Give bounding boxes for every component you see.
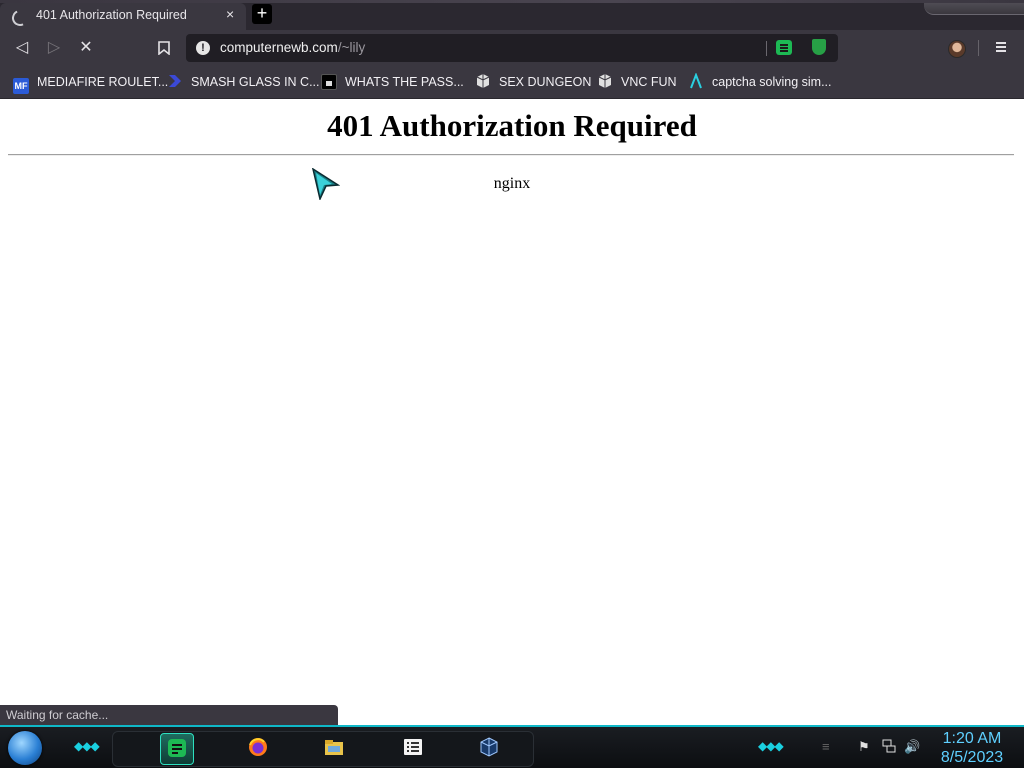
volume-icon[interactable]: 🔊 xyxy=(904,739,920,755)
file-explorer-icon[interactable] xyxy=(318,733,350,763)
stop-button[interactable]: ✕ xyxy=(76,38,96,58)
spotify-icon[interactable] xyxy=(160,733,194,765)
bookmark-label: SEX DUNGEON xyxy=(499,75,592,89)
bookmark-label: VNC FUN xyxy=(621,75,677,89)
virtualbox-icon[interactable] xyxy=(473,733,505,763)
bookmark-item[interactable]: MF MEDIAFIRE ROULET... xyxy=(13,73,169,94)
clock-date: 8/5/2023 xyxy=(940,749,1004,766)
bookmark-label: WHATS THE PASS... xyxy=(345,75,464,89)
bookmark-item[interactable]: VNC FUN xyxy=(597,73,677,91)
mouse-cursor-icon xyxy=(312,168,340,200)
notes-extension-icon[interactable] xyxy=(776,40,792,55)
page-content: 401 Authorization Required nginx xyxy=(0,99,1024,725)
menu-icon[interactable] xyxy=(996,42,1006,44)
status-bar: Waiting for cache... xyxy=(0,705,338,725)
clock-time: 1:20 AM xyxy=(942,730,1002,747)
smash-glass-icon xyxy=(167,73,183,89)
server-signature: nginx xyxy=(493,175,531,192)
toolbar-divider xyxy=(978,40,979,56)
new-tab-button[interactable]: + xyxy=(252,4,272,24)
horizontal-rule xyxy=(8,154,1014,156)
password-icon xyxy=(321,74,337,90)
task-list-icon[interactable] xyxy=(397,733,429,763)
tray-grip-icon: ≡ xyxy=(822,739,830,754)
tab-strip: 401 Authorization Required × + xyxy=(0,0,1024,30)
loading-spinner-icon xyxy=(9,7,31,29)
url-host: computernewb.com xyxy=(220,40,338,55)
bookmark-label: captcha solving sim... xyxy=(712,75,832,89)
action-center-flag-icon[interactable]: ⚑ xyxy=(858,739,870,755)
tab-close-button[interactable]: × xyxy=(226,6,234,22)
shield-extension-icon[interactable] xyxy=(812,39,826,55)
mediafire-icon: MF xyxy=(13,78,29,94)
back-button[interactable]: ◁ xyxy=(12,38,32,58)
bookmark-label: SMASH GLASS IN C... xyxy=(191,75,320,89)
lambda-icon xyxy=(688,72,704,89)
bookmark-label: MEDIAFIRE ROULET... xyxy=(37,75,169,89)
navigation-bar: ◁ ▷ ✕ ! computernewb.com/~lily xyxy=(0,30,1024,66)
taskbar: ◆◆◆ ◆◆◆ ≡ ⚑ 🔊 1:20 AM 8/5/2023 xyxy=(0,725,1024,768)
bookmark-item[interactable]: SEX DUNGEON xyxy=(475,73,591,91)
cube-icon xyxy=(597,73,613,89)
bookmark-icon[interactable] xyxy=(154,38,174,58)
taskbar-chevron-decoration: ◆◆◆ xyxy=(74,739,100,753)
network-icon[interactable] xyxy=(882,739,896,756)
firefox-icon[interactable] xyxy=(242,733,274,763)
cube-icon xyxy=(475,73,491,89)
bookmarks-bar: MF MEDIAFIRE ROULET... SMASH GLASS IN C..… xyxy=(0,66,1024,99)
profile-avatar-icon[interactable] xyxy=(948,40,966,58)
bookmark-item[interactable]: captcha solving sim... xyxy=(688,72,832,91)
window-frame-decoration xyxy=(924,0,1024,15)
address-bar[interactable]: ! computernewb.com/~lily xyxy=(186,34,838,62)
browser-tab[interactable]: 401 Authorization Required × xyxy=(0,3,246,30)
bookmark-item[interactable]: WHATS THE PASS... xyxy=(321,73,464,91)
url-path: /~lily xyxy=(337,40,366,55)
forward-button[interactable]: ▷ xyxy=(44,38,64,58)
bookmark-item[interactable]: SMASH GLASS IN C... xyxy=(167,73,320,91)
url-separator xyxy=(766,41,767,56)
system-clock[interactable]: 1:20 AM 8/5/2023 xyxy=(930,729,1014,767)
site-info-icon[interactable]: ! xyxy=(196,41,210,55)
url-text[interactable]: computernewb.com/~lily xyxy=(220,40,365,55)
tab-title: 401 Authorization Required xyxy=(36,8,187,22)
taskbar-chevron-decoration: ◆◆◆ xyxy=(758,739,784,753)
page-heading: 401 Authorization Required xyxy=(327,108,697,143)
start-button[interactable] xyxy=(8,731,42,765)
